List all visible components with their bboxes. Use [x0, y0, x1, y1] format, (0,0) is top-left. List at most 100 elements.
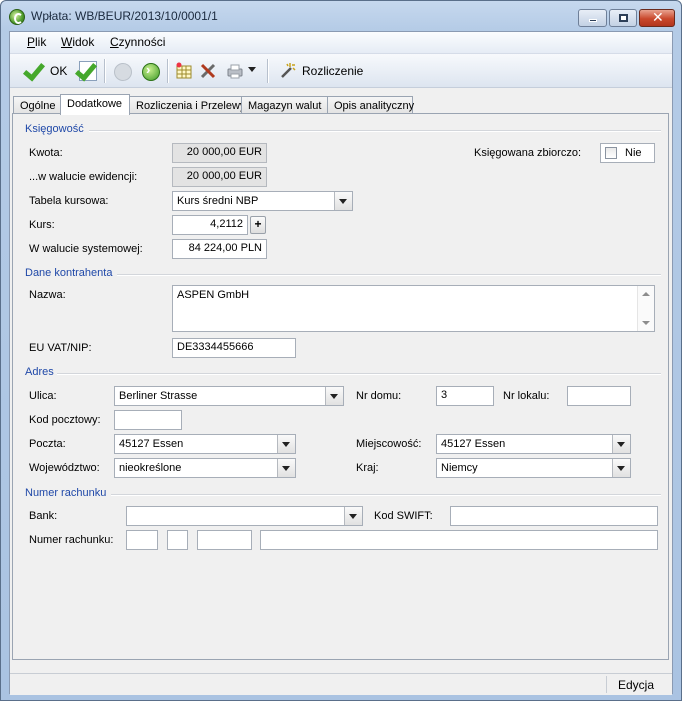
tab-ogolne[interactable]: Ogólne — [13, 96, 61, 114]
rozliczenie-button[interactable]: Rozliczenie — [277, 60, 367, 82]
waluta-ewidencji-field: 20 000,00 EUR — [172, 167, 267, 187]
nr-domu-input[interactable]: 3 — [436, 386, 494, 406]
tab-dodatkowe[interactable]: Dodatkowe — [60, 94, 130, 115]
tab-magazyn-walut[interactable]: Magazyn walut — [241, 96, 328, 114]
menu-plik-label: lik — [35, 35, 47, 49]
numer-rachunku-part4[interactable] — [260, 530, 658, 550]
menu-plik-accel: P — [27, 35, 36, 49]
numer-rachunku-label: Numer rachunku: — [29, 534, 114, 546]
numer-rachunku-part1[interactable] — [126, 530, 158, 550]
eu-vat-nip-input[interactable]: DE3334455666 — [172, 338, 296, 358]
menu-widok-accel: W — [61, 35, 73, 49]
chevron-down-icon[interactable] — [277, 459, 295, 477]
forward-button[interactable]: › — [139, 60, 161, 82]
maximize-icon — [619, 14, 628, 22]
toolbar-separator — [104, 59, 106, 83]
tab-opis-analityczny[interactable]: Opis analityczny — [327, 96, 414, 114]
save-check-icon — [74, 61, 94, 81]
kurs-input[interactable]: 4,2112 — [172, 215, 248, 235]
minimize-icon — [589, 19, 597, 22]
status-separator — [606, 676, 607, 693]
chevron-down-icon[interactable] — [612, 459, 630, 477]
ksiegowana-zbiorczo-checkbox[interactable]: Nie — [600, 143, 655, 163]
nr-lokalu-label: Nr lokalu: — [503, 390, 550, 402]
wojewodztwo-select[interactable]: nieokreślone — [114, 458, 296, 478]
checkbox-box[interactable] — [605, 147, 617, 159]
wojewodztwo-label: Województwo: — [29, 462, 100, 474]
wojewodztwo-value: nieokreślone — [119, 462, 182, 474]
title-bar[interactable]: Wpłata: WB/BEUR/2013/10/0001/1 ✕ — [1, 1, 681, 31]
tab-rozliczenia-i-przelewy[interactable]: Rozliczenia i Przelewy — [129, 96, 245, 114]
ulica-select[interactable]: Berliner Strasse — [114, 386, 344, 406]
tabela-kursowa-select[interactable]: Kurs średni NBP — [172, 191, 353, 211]
kraj-label: Kraj: — [356, 462, 379, 474]
waluta-systemowej-input[interactable]: 84 224,00 PLN — [172, 239, 267, 259]
menu-czynnosci[interactable]: Czynności — [110, 35, 165, 49]
numer-rachunku-part2[interactable] — [167, 530, 188, 550]
kod-swift-input[interactable] — [450, 506, 658, 526]
main-window: Wpłata: WB/BEUR/2013/10/0001/1 ✕ Plik Wi… — [0, 0, 682, 701]
ok-label: OK — [50, 64, 68, 78]
back-arrow-icon — [114, 63, 132, 81]
waluta-systemowej-label: W walucie systemowej: — [29, 243, 143, 255]
menu-plik[interactable]: Plik — [27, 35, 46, 49]
maximize-button[interactable] — [609, 9, 637, 27]
chevron-down-icon[interactable] — [344, 507, 362, 525]
forward-arrow-icon: › — [142, 62, 160, 81]
poczta-value: 45127 Essen — [119, 438, 184, 450]
kraj-value: Niemcy — [441, 462, 478, 474]
miejscowosc-value: 45127 Essen — [441, 438, 506, 450]
magic-wand-icon — [281, 63, 296, 78]
miejscowosc-label: Miejscowość: — [356, 438, 422, 450]
table-button[interactable] — [174, 60, 194, 82]
kwota-field: 20 000,00 EUR — [172, 143, 267, 163]
tab-strip: Ogólne Dodatkowe Rozliczenia i Przelewy … — [10, 94, 672, 115]
section-divider — [117, 274, 661, 276]
nr-lokalu-input[interactable] — [567, 386, 631, 406]
section-dane-kontrahenta: Dane kontrahenta — [25, 267, 113, 279]
chevron-down-icon[interactable] — [248, 67, 256, 72]
save-ok-button[interactable] — [73, 60, 99, 82]
ulica-value: Berliner Strasse — [119, 390, 198, 402]
close-icon: ✕ — [652, 10, 664, 26]
ksiegowana-zbiorczo-label: Księgowana zbiorczo: — [474, 147, 582, 159]
print-button[interactable] — [224, 60, 260, 82]
client-area: Plik Widok Czynności OK › Rozliczenie Og… — [9, 31, 673, 695]
nazwa-textarea[interactable]: ASPEN GmbH — [172, 285, 655, 332]
bank-select[interactable] — [126, 506, 363, 526]
kod-pocztowy-input[interactable] — [114, 410, 182, 430]
numer-rachunku-part3[interactable] — [197, 530, 252, 550]
menu-czynnosci-accel: C — [110, 35, 119, 49]
back-button[interactable] — [111, 60, 133, 82]
rozliczenie-label: Rozliczenie — [302, 64, 364, 78]
toolbar-separator — [167, 59, 169, 83]
section-adres: Adres — [25, 366, 54, 378]
tabela-kursowa-value: Kurs średni NBP — [177, 195, 259, 207]
chevron-down-icon[interactable] — [334, 192, 352, 210]
section-divider — [111, 494, 661, 496]
bank-label: Bank: — [29, 510, 58, 522]
scroll-down-icon[interactable] — [642, 321, 650, 325]
nr-domu-label: Nr domu: — [356, 390, 402, 402]
chevron-down-icon[interactable] — [325, 387, 343, 405]
printer-icon — [227, 64, 243, 79]
miejscowosc-select[interactable]: 45127 Essen — [436, 434, 631, 454]
close-button[interactable]: ✕ — [639, 9, 675, 27]
kwota-label: Kwota: — [29, 147, 63, 159]
chevron-down-icon[interactable] — [612, 435, 630, 453]
kraj-select[interactable]: Niemcy — [436, 458, 631, 478]
ok-button[interactable]: OK — [20, 60, 70, 82]
kod-pocztowy-label: Kod pocztowy: — [29, 414, 101, 426]
waluta-ewidencji-label: ...w walucie ewidencji: — [29, 171, 138, 183]
chevron-down-icon[interactable] — [277, 435, 295, 453]
tools-button[interactable] — [198, 60, 218, 82]
poczta-select[interactable]: 45127 Essen — [114, 434, 296, 454]
scroll-up-icon[interactable] — [642, 292, 650, 296]
nazwa-scrollbar[interactable] — [637, 286, 654, 331]
kurs-plus-button[interactable]: + — [250, 216, 266, 234]
poczta-label: Poczta: — [29, 438, 66, 450]
menu-widok[interactable]: Widok — [61, 35, 94, 49]
minimize-button[interactable] — [578, 9, 607, 27]
menu-widok-label: idok — [72, 35, 95, 49]
menu-czynnosci-label: zynności — [118, 35, 166, 49]
